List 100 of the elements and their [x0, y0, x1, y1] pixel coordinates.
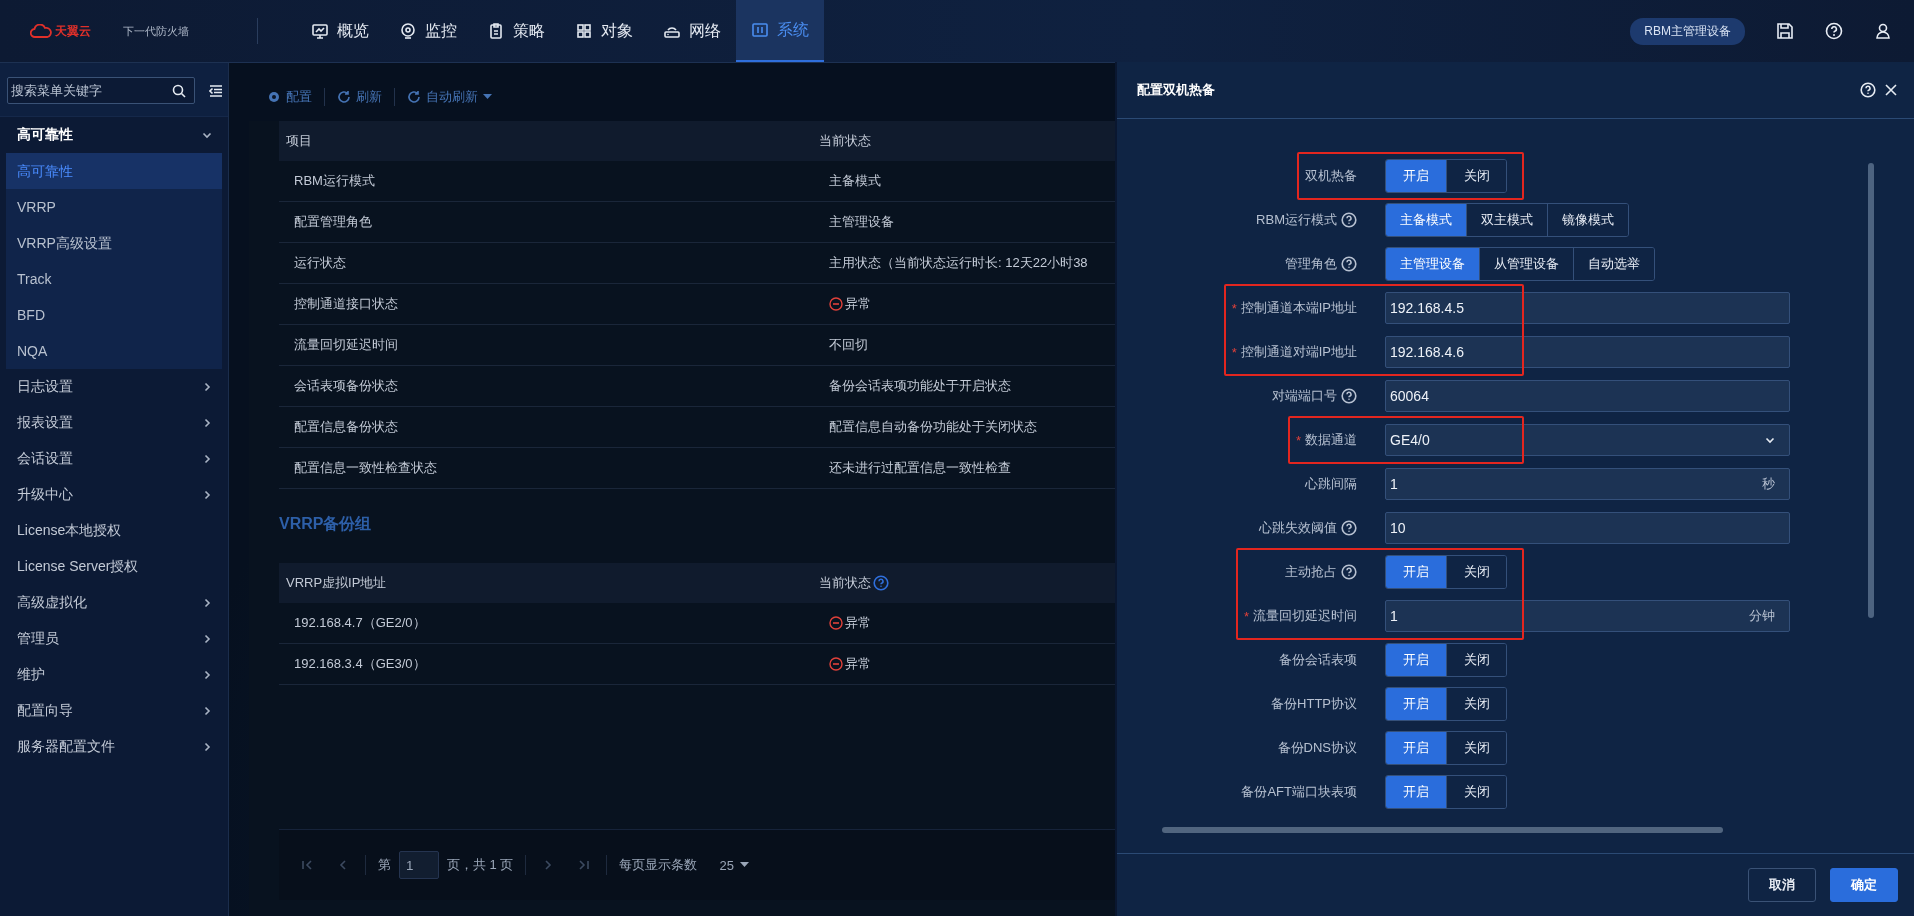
nav-tab[interactable]: 系统: [736, 0, 824, 62]
menu-item[interactable]: 报表设置: [0, 405, 228, 441]
required-mark: *: [1295, 432, 1301, 448]
toolbar-button[interactable]: 刷新: [333, 88, 386, 106]
nav-tab[interactable]: 对象: [560, 0, 648, 62]
segment-button[interactable]: 开启: [1386, 556, 1446, 588]
required-mark: *: [1231, 344, 1237, 360]
field-label: 双机热备: [1305, 167, 1357, 185]
required-mark: *: [1231, 300, 1237, 316]
toolbar-button[interactable]: 自动刷新: [403, 88, 496, 106]
segment-button[interactable]: 开启: [1386, 644, 1446, 676]
menu-item[interactable]: 高级虚拟化: [0, 585, 228, 621]
segment-button[interactable]: 主管理设备: [1386, 248, 1479, 280]
segment-button[interactable]: 关闭: [1446, 732, 1506, 764]
segment-button[interactable]: 关闭: [1446, 160, 1506, 192]
submenu-item[interactable]: Track: [6, 261, 222, 297]
segment-button[interactable]: 关闭: [1446, 776, 1506, 808]
section-title: VRRP备份组: [279, 514, 372, 534]
segment-button[interactable]: 自动选举: [1573, 248, 1654, 280]
page-size-label: 每页显示条数: [619, 856, 698, 874]
scrollbar[interactable]: [1868, 163, 1874, 618]
segment-button[interactable]: 关闭: [1446, 556, 1506, 588]
input-field[interactable]: 1 秒: [1385, 468, 1790, 500]
nav-tab[interactable]: 策略: [472, 0, 560, 62]
table-cell: 主备模式: [829, 172, 881, 190]
product-name: 下一代防火墙: [123, 23, 189, 39]
input-field[interactable]: 10: [1385, 512, 1790, 544]
menu-item[interactable]: License本地授权: [0, 513, 228, 549]
unit-label: 分钟: [1749, 607, 1775, 625]
menu-item[interactable]: 维护: [0, 657, 228, 693]
submenu-item[interactable]: BFD: [6, 297, 222, 333]
page-size-select[interactable]: 25: [713, 856, 755, 874]
user-icon[interactable]: [1874, 22, 1892, 40]
table-cell-text: 会话表项备份状态: [293, 377, 399, 395]
input-field[interactable]: 192.168.4.6: [1385, 336, 1790, 368]
table-cell: 异常: [845, 614, 871, 632]
confirm-button[interactable]: 确定: [1830, 868, 1898, 902]
field-label: 数据通道: [1305, 431, 1357, 449]
toolbar-button[interactable]: 配置: [263, 88, 316, 106]
segment-button[interactable]: 开启: [1386, 688, 1446, 720]
submenu-item[interactable]: VRRP高级设置: [6, 225, 222, 261]
column-header: 项目: [286, 132, 312, 150]
submenu-item[interactable]: NQA: [6, 333, 222, 369]
collapse-menu-icon[interactable]: [209, 84, 223, 97]
menu-item[interactable]: 日志设置: [0, 369, 228, 405]
submenu-item[interactable]: 高可靠性: [6, 153, 222, 189]
search-field[interactable]: 搜索菜单关键字: [7, 77, 195, 104]
grid-icon: [575, 22, 593, 40]
menu-item[interactable]: 升级中心: [0, 477, 228, 513]
input-field[interactable]: 60064: [1385, 380, 1790, 412]
nav-tab[interactable]: 网络: [648, 0, 736, 62]
close-icon[interactable]: [1884, 83, 1898, 97]
segment-button[interactable]: 主备模式: [1386, 204, 1466, 236]
table-cell: 异常: [845, 655, 871, 673]
required-mark: *: [1243, 608, 1249, 624]
brand-name: 天翼云: [55, 22, 91, 40]
segment-button[interactable]: 镜像模式: [1547, 204, 1628, 236]
menu-item[interactable]: License Server授权: [0, 549, 228, 585]
menu-item[interactable]: 高可靠性: [0, 117, 228, 153]
help-icon[interactable]: [1825, 22, 1843, 40]
field-label: 流量回切延迟时间: [1253, 607, 1357, 625]
input-field[interactable]: 192.168.4.5: [1385, 292, 1790, 324]
refresh-icon: [337, 90, 351, 104]
menu-item[interactable]: 配置向导: [0, 693, 228, 729]
field-label: 心跳失效阈值: [1259, 519, 1337, 537]
table-cell-text: 配置管理角色: [293, 213, 373, 231]
nav-tab[interactable]: 概览: [296, 0, 384, 62]
save-icon[interactable]: [1776, 22, 1794, 40]
menu-item[interactable]: 管理员: [0, 621, 228, 657]
menu-item[interactable]: 服务器配置文件: [0, 729, 228, 765]
device-role-badge: RBM主管理设备: [1630, 17, 1745, 45]
panel-icon: [751, 21, 769, 39]
table-cell: 备份会话表项功能处于开启状态: [829, 377, 1011, 395]
segment-button[interactable]: 开启: [1386, 732, 1446, 764]
page-total-label: 页，共 1 页: [447, 856, 514, 874]
input-field[interactable]: 1 分钟: [1385, 600, 1790, 632]
help-icon[interactable]: [1860, 82, 1876, 98]
segment-button[interactable]: 关闭: [1446, 644, 1506, 676]
field-label: 控制通道对端IP地址: [1240, 343, 1357, 361]
table-cell-text: 配置信息备份状态: [293, 418, 399, 436]
table-cell: 异常: [845, 295, 871, 313]
table-cell: 主管理设备: [829, 213, 894, 231]
nav-tab[interactable]: 监控: [384, 0, 472, 62]
dropdown-field[interactable]: GE4/0: [1385, 424, 1790, 456]
unit-label: 秒: [1762, 475, 1775, 493]
submenu-item[interactable]: VRRP: [6, 189, 222, 225]
location-icon: [399, 22, 417, 40]
segment-button[interactable]: 开启: [1386, 776, 1446, 808]
menu-item[interactable]: 会话设置: [0, 441, 228, 477]
chevron-down-icon: [1765, 435, 1775, 445]
segment-button[interactable]: 开启: [1386, 160, 1446, 192]
column-header: 当前状态: [819, 574, 871, 592]
cancel-button[interactable]: 取消: [1748, 868, 1816, 902]
cloud-logo-icon: [30, 24, 52, 38]
segment-button[interactable]: 关闭: [1446, 688, 1506, 720]
table-cell: 配置信息自动备份功能处于关闭状态: [829, 418, 1037, 436]
page-number-field[interactable]: 1: [399, 851, 439, 879]
table-cell-text: 流量回切延迟时间: [293, 336, 399, 354]
field-label: 心跳间隔: [1305, 475, 1357, 493]
scrollbar[interactable]: [1162, 827, 1723, 833]
